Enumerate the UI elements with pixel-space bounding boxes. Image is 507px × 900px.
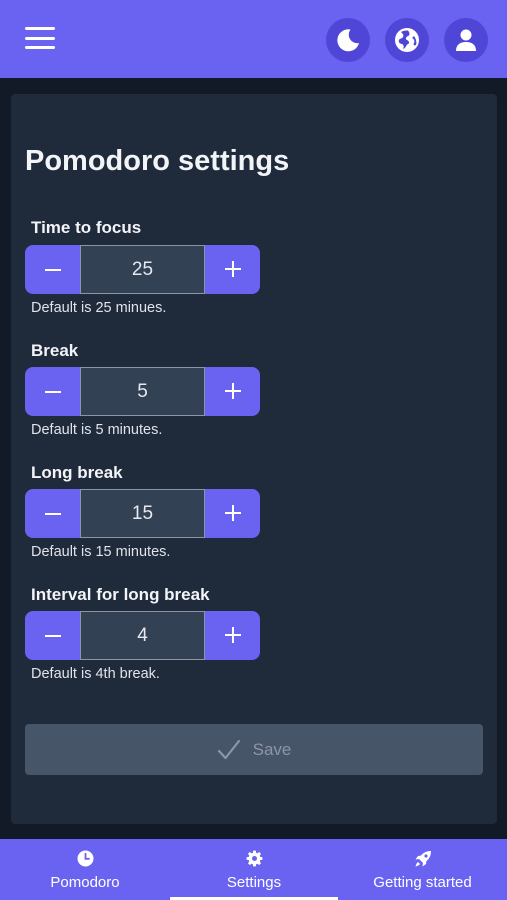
bottom-navigation: Pomodoro Settings Getting started [0,839,507,900]
break-hint: Default is 5 minutes. [31,422,163,438]
break-input[interactable]: 5 [80,367,205,416]
focus-time-input[interactable]: 25 [80,245,205,294]
save-button[interactable]: Save [25,724,483,775]
moon-icon [337,29,359,52]
long-break-hint: Default is 15 minutes. [31,544,171,560]
rocket-icon [415,850,431,866]
break-stepper: 5 [25,367,260,416]
minus-icon [44,634,61,637]
long-break-interval-decrement-button[interactable] [25,611,80,660]
long-break-interval-hint: Default is 4th break. [31,666,160,682]
break-increment-button[interactable] [205,367,260,416]
theme-toggle-button[interactable] [326,18,370,62]
account-button[interactable] [444,18,488,62]
globe-icon [395,28,419,52]
focus-time-hint: Default is 25 minues. [31,300,167,316]
nav-item-pomodoro[interactable]: Pomodoro [0,839,170,900]
focus-time-increment-button[interactable] [205,245,260,294]
nav-label-getting-started: Getting started [373,874,472,891]
long-break-interval-stepper: 4 [25,611,260,660]
long-break-interval-increment-button[interactable] [205,611,260,660]
settings-card [11,94,497,824]
hamburger-menu-icon[interactable] [25,27,55,51]
long-break-increment-button[interactable] [205,489,260,538]
nav-item-settings[interactable]: Settings [170,839,338,900]
long-break-input[interactable]: 15 [80,489,205,538]
clock-icon [77,850,93,867]
long-break-stepper: 15 [25,489,260,538]
minus-icon [44,512,61,515]
nav-item-getting-started[interactable]: Getting started [338,839,507,900]
focus-time-stepper: 25 [25,245,260,294]
focus-time-decrement-button[interactable] [25,245,80,294]
long-break-interval-input[interactable]: 4 [80,611,205,660]
language-button[interactable] [385,18,429,62]
nav-label-pomodoro: Pomodoro [50,874,120,891]
nav-label-settings: Settings [226,874,282,891]
break-decrement-button[interactable] [25,367,80,416]
top-app-bar [0,0,507,78]
break-label: Break [31,341,79,360]
check-icon [217,739,240,759]
long-break-interval-label: Interval for long break [31,585,210,604]
save-button-label: Save [252,739,292,759]
focus-time-label: Time to focus [31,218,142,237]
long-break-label: Long break [31,463,123,482]
long-break-decrement-button[interactable] [25,489,80,538]
gear-icon [246,850,262,867]
minus-icon [44,390,61,393]
minus-icon [44,268,61,271]
page-title: Pomodoro settings [25,145,290,177]
user-icon [456,29,476,51]
